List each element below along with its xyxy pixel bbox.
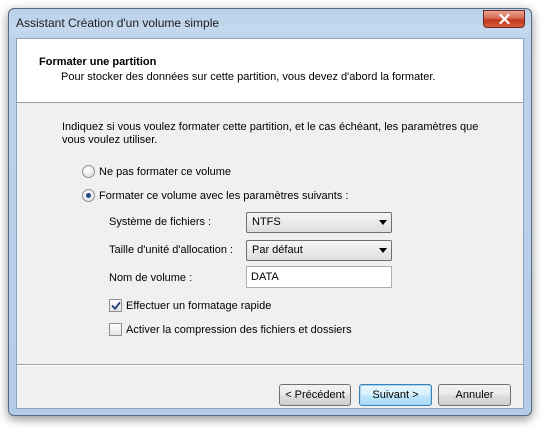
radio-format[interactable]: Formater ce volume avec les paramètres s… [82, 189, 348, 202]
quick-format-label[interactable]: Effectuer un formatage rapide [126, 300, 271, 312]
volume-name-input[interactable]: DATA [246, 266, 392, 288]
page-subtitle: Pour stocker des données sur cette parti… [61, 71, 436, 83]
close-button[interactable] [483, 10, 525, 28]
allocation-value: Par défaut [252, 244, 303, 256]
allocation-select[interactable]: Par défaut [246, 240, 392, 261]
chevron-down-icon [379, 220, 387, 225]
wizard-window: Assistant Création d'un volume simple Fo… [8, 8, 532, 416]
chevron-down-icon [379, 248, 387, 253]
allocation-label: Taille d'unité d'allocation : [109, 244, 234, 256]
close-icon [498, 14, 510, 24]
checkmark-icon [111, 301, 121, 310]
compression-box[interactable] [109, 323, 122, 336]
title-bar[interactable]: Assistant Création d'un volume simple [9, 9, 531, 38]
intro-text: Indiquez si vous voulez formater cette p… [62, 121, 479, 146]
volume-name-value: DATA [251, 271, 279, 283]
footer-divider [17, 364, 523, 366]
wizard-content: Formater une partition Pour stocker des … [16, 38, 524, 409]
filesystem-select[interactable]: NTFS [246, 212, 392, 233]
cancel-button[interactable]: Annuler [438, 384, 511, 406]
volume-name-label: Nom de volume : [109, 272, 193, 284]
radio-no-format-label[interactable]: Ne pas formater ce volume [99, 166, 231, 178]
back-button[interactable]: < Précédent [279, 384, 351, 406]
compression-checkbox[interactable]: Activer la compression des fichiers et d… [109, 323, 352, 336]
compression-label[interactable]: Activer la compression des fichiers et d… [126, 324, 352, 336]
radio-no-format[interactable]: Ne pas formater ce volume [82, 165, 231, 178]
wizard-header: Formater une partition Pour stocker des … [17, 39, 523, 103]
quick-format-box[interactable] [109, 299, 122, 312]
radio-format-indicator[interactable] [82, 189, 95, 202]
filesystem-label: Système de fichiers : [109, 216, 212, 228]
radio-format-label[interactable]: Formater ce volume avec les paramètres s… [99, 190, 348, 202]
next-button[interactable]: Suivant > [359, 384, 432, 406]
page-title: Formater une partition [39, 56, 157, 68]
quick-format-checkbox[interactable]: Effectuer un formatage rapide [109, 299, 271, 312]
filesystem-value: NTFS [252, 216, 281, 228]
radio-no-format-indicator[interactable] [82, 165, 95, 178]
window-title: Assistant Création d'un volume simple [16, 16, 220, 30]
